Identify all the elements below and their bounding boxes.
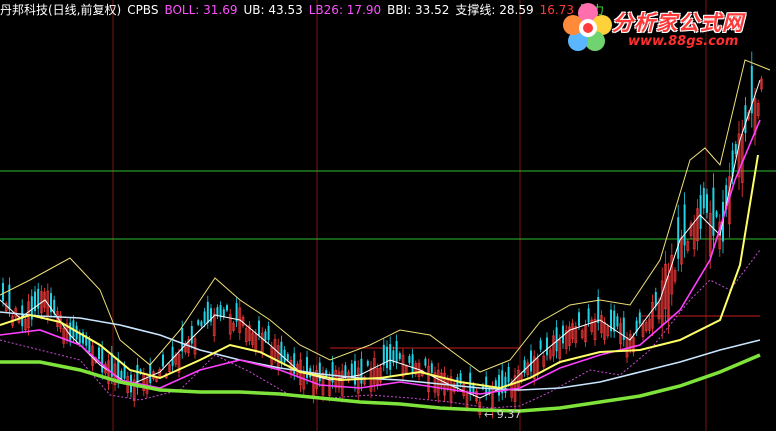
bbi-value: BBI: 33.52 [387, 3, 450, 17]
candle-body [162, 354, 164, 367]
low-price-label: ← 9.37 [484, 408, 522, 421]
logo-title: 分析家公式网 [612, 11, 744, 35]
yellow-ma-line [0, 154, 759, 390]
candle-body [366, 360, 369, 366]
candle-body [325, 370, 328, 377]
flower-logo-icon [563, 3, 612, 51]
kline-chart-canvas[interactable] [0, 0, 776, 431]
candle-body [562, 325, 564, 344]
candle-body [69, 322, 72, 341]
logo-url: www.88gs.com [628, 34, 739, 49]
candle-body [430, 363, 433, 373]
candle-body [206, 301, 209, 323]
candle-body [306, 357, 308, 379]
candle-body [203, 311, 206, 324]
candle-body [539, 340, 542, 350]
candle-body [683, 204, 686, 246]
indicator-lines [0, 59, 771, 413]
candle-body [267, 325, 270, 340]
candle-body [546, 337, 548, 356]
candle-body [699, 194, 702, 229]
candle-body [101, 348, 104, 373]
candle-body [677, 217, 680, 259]
candle-body [280, 341, 283, 363]
candle-body [530, 350, 532, 372]
candle-body [587, 308, 590, 323]
candle-body [2, 283, 4, 302]
candle-body [88, 339, 91, 352]
candle-body [744, 105, 747, 134]
candle-body [226, 305, 228, 311]
candle-body [398, 353, 401, 360]
candle-body [171, 346, 174, 366]
candle-body [456, 377, 459, 389]
candle-body [411, 354, 414, 373]
candle-body [578, 312, 580, 326]
candle-body [344, 365, 347, 376]
candle-body [389, 344, 392, 370]
candle-body [395, 341, 398, 363]
ub-line [0, 59, 771, 373]
candle-body [616, 316, 619, 327]
candle-body [702, 187, 705, 209]
support-value: 支撑线: 28.59 [455, 3, 534, 17]
candle-body [498, 374, 500, 396]
candle-body [350, 363, 353, 376]
candle-body [354, 361, 356, 385]
kline-chart[interactable]: 丹邦科技(日线,前复权) CPBS BOLL: 31.69 UB: 43.53 LB26… [0, 0, 776, 431]
candle-body [190, 325, 193, 344]
candle-body [382, 344, 385, 366]
candle-body [258, 320, 260, 336]
candle-body [507, 367, 510, 383]
candles [2, 51, 763, 419]
candle-body [286, 354, 289, 361]
candle-body [318, 362, 321, 382]
candle-body [424, 358, 427, 366]
candle-body [706, 194, 708, 213]
candle-body [408, 356, 411, 364]
candle-body [734, 144, 737, 155]
candle-body [8, 284, 11, 310]
candle-body [386, 346, 388, 369]
boll-value: BOLL: 31.69 [164, 3, 238, 17]
ub-value: UB: 43.53 [243, 3, 303, 17]
candle-body [120, 370, 123, 379]
candle-body [555, 327, 558, 352]
candle-body [149, 363, 152, 384]
candle-body [638, 312, 641, 324]
candle-body [200, 321, 203, 327]
candle-body [264, 331, 267, 341]
candle-body [283, 349, 286, 363]
indicator-header: 丹邦科技(日线,前复权) CPBS BOLL: 31.69 UB: 43.53 LB26… [0, 0, 610, 20]
lb26-value: LB26: 17.90 [308, 3, 382, 17]
indicator-name: CPBS [127, 3, 159, 17]
stock-name: 丹邦科技(日线,前复权) [0, 3, 122, 17]
candle-body [98, 347, 100, 359]
candle-body [197, 320, 200, 325]
site-logo: 分析家公式网 www.88gs.com [562, 1, 772, 53]
candle-body [715, 211, 718, 217]
